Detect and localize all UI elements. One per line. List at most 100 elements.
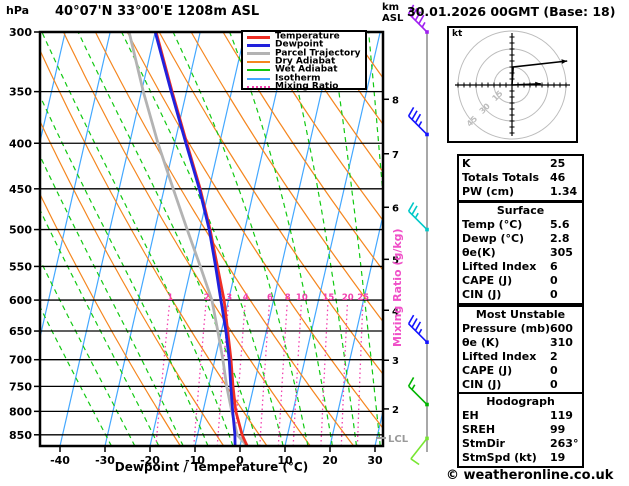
mixing-ratio-line — [277, 303, 288, 446]
dewpoint-curve — [153, 32, 237, 446]
asl-label: ASL — [382, 13, 404, 24]
stat-row: CIN (J) 0 — [462, 378, 579, 392]
stat-value: 305 — [550, 246, 573, 259]
stat-value: 1.34 — [550, 185, 578, 198]
stat-row: CIN (J) 0 — [462, 288, 579, 302]
stat-row: Temp (°C) 5.6 — [462, 218, 579, 232]
stat-value: 6 — [550, 260, 558, 273]
pressure-tick-label: 750 — [9, 380, 32, 393]
pressure-tick-label: 700 — [9, 354, 32, 367]
stat-value: 99 — [550, 423, 566, 436]
stat-row: Totals Totals 46 — [462, 171, 579, 185]
stat-label: CAPE (J) — [462, 274, 513, 287]
skewt-sounding-page: 1 2 3 4 6 8 10 15 20 25 300 350 400 450 500 550 600 650 70… — [0, 0, 629, 486]
mixing-ratio-value-label: 8 — [285, 293, 291, 303]
legend-swatch-dewpoint — [247, 43, 270, 47]
stat-row: StmDir 263° — [462, 437, 579, 451]
stat-value: 0 — [550, 288, 558, 301]
stat-label: θe (K) — [462, 336, 500, 349]
stat-value: 19 — [550, 451, 566, 464]
km-tick-label: 6 — [392, 203, 399, 214]
mixing-ratio-value-label: 25 — [357, 293, 369, 303]
wind-barb — [407, 106, 429, 137]
dry-adiabat-line — [190, 32, 383, 323]
stat-row: CAPE (J) 0 — [462, 274, 579, 288]
stat-label: Temp (°C) — [462, 218, 523, 231]
mixing-ratio-line — [259, 303, 271, 446]
legend-swatch-isotherm — [247, 77, 270, 80]
stat-label: Dewp (°C) — [462, 232, 525, 245]
km-tick-label: 7 — [392, 150, 399, 161]
stat-row: EH 119 — [462, 409, 579, 423]
mixing-ratio-value-label: 10 — [296, 293, 308, 303]
wet-adiabat-line — [121, 32, 284, 446]
dry-adiabat-line — [126, 32, 383, 430]
mixing-ratio-value-label: 3 — [226, 293, 232, 303]
legend-swatch-wet-adiabat — [247, 69, 270, 72]
stats-box-header: Most Unstable — [475, 308, 566, 321]
pressure-tick-label: 550 — [9, 260, 32, 273]
stat-value: 600 — [550, 322, 573, 335]
height-axis-unit: km ASL — [382, 2, 403, 24]
hodograph-unit-label: kt — [452, 29, 463, 39]
stats-box-surface: Surface Temp (°C) 5.6 Dewp (°C) 2.8 θe(K) 305 L… — [457, 201, 584, 305]
stats-box-most-unstable: Most Unstable Pressure (mb) 600 θe (K) 310 Li… — [457, 305, 584, 395]
stat-label: StmSpd (kt) — [462, 451, 537, 464]
stat-row: K 25 — [462, 157, 579, 171]
stat-row: θe (K) 310 — [462, 336, 579, 350]
stat-row: Lifted Index 2 — [462, 350, 579, 364]
stat-label: Lifted Index — [462, 350, 537, 363]
legend-swatch-temperature — [247, 35, 270, 39]
pressure-axis-unit: hPa — [6, 4, 30, 17]
stat-value: 263° — [550, 437, 579, 450]
station-title: 40°07'N 33°00'E 1208m ASL — [55, 4, 260, 19]
stat-label: K — [462, 157, 471, 170]
wind-barb — [407, 202, 429, 232]
pressure-tick-label: 400 — [9, 137, 32, 150]
pressure-tick-label: 850 — [9, 429, 32, 442]
stat-row: CAPE (J) 0 — [462, 364, 579, 378]
stat-value: 119 — [550, 409, 573, 422]
stat-row: SREH 99 — [462, 423, 579, 437]
legend-swatch-parcel-trajectory — [247, 52, 270, 56]
temp-axis-title: Dewpoint / Temperature (°C) — [114, 460, 309, 474]
wet-adiabat-line — [41, 32, 234, 446]
stat-value: 310 — [550, 336, 573, 349]
stat-row: StmSpd (kt) 19 — [462, 451, 579, 465]
mixing-ratio-line — [320, 303, 329, 446]
mixing-ratio-value-label: 6 — [267, 293, 273, 303]
stat-label: CAPE (J) — [462, 364, 513, 377]
stat-label: Totals Totals — [462, 171, 540, 184]
stat-value: 0 — [550, 378, 558, 391]
stat-label: Pressure (mb) — [462, 322, 550, 335]
legend: Temperature Dewpoint Parcel Trajectory Dry … — [241, 30, 367, 92]
stat-value: 0 — [550, 274, 558, 287]
stat-row: Lifted Index 6 — [462, 260, 579, 274]
pressure-tick-label: 300 — [9, 26, 32, 39]
mixing-ratio-value-label: 20 — [342, 293, 354, 303]
stat-label: StmDir — [462, 437, 505, 450]
legend-swatch-dry-adiabat — [247, 61, 270, 64]
legend-swatch-mixing-ratio — [247, 85, 270, 88]
mixing-ratio-value-label: 4 — [243, 293, 249, 303]
stat-value: 5.6 — [550, 218, 570, 231]
stat-label: EH — [462, 409, 479, 422]
legend-label: Mixing Ratio — [275, 81, 339, 92]
pressure-tick-label: 500 — [9, 224, 32, 237]
stat-value: 25 — [550, 157, 566, 170]
km-tick-label: 3 — [392, 356, 399, 367]
pressure-tick-label: 600 — [9, 294, 32, 307]
hodograph: 153045 — [447, 26, 578, 143]
copyright: © weatheronline.co.uk — [446, 468, 614, 483]
mixing-ratio-value-label: 1 — [167, 293, 173, 303]
isotherm-line — [284, 32, 381, 446]
stat-label: CIN (J) — [462, 378, 502, 391]
wind-barb — [407, 377, 429, 407]
pressure-tick-label: 800 — [9, 405, 32, 418]
stat-label: Lifted Index — [462, 260, 537, 273]
stat-label: SREH — [462, 423, 496, 436]
stats-box-indices: K 25 Totals Totals 46 PW (cm) 1.34 — [457, 154, 584, 202]
isotherm-line — [59, 32, 156, 446]
wind-barb — [410, 436, 429, 466]
km-label: km — [382, 2, 400, 13]
